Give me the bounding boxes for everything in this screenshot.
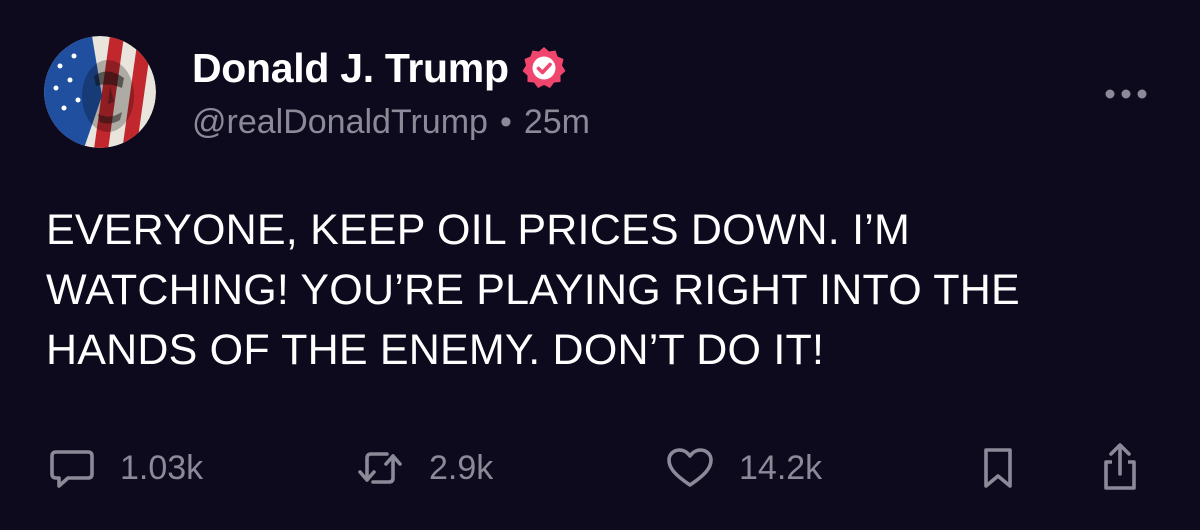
like-count: 14.2k [739, 448, 823, 487]
repost-icon [358, 452, 402, 484]
more-options-button[interactable] [1096, 76, 1156, 112]
share-button[interactable] [1098, 440, 1142, 496]
author-handle[interactable]: @realDonaldTrump [192, 103, 488, 142]
author-name-row: Donald J. Trump [192, 40, 567, 96]
post-action-bar: 1.03k 2.9k 14.2k [0, 440, 1200, 496]
avatar-image [44, 36, 156, 148]
share-icon [1104, 443, 1136, 490]
comment-icon [50, 450, 94, 488]
bookmark-icon [984, 448, 1012, 488]
author-display-name[interactable]: Donald J. Trump [192, 45, 509, 92]
avatar[interactable] [44, 36, 156, 148]
more-dots-icon [1105, 89, 1147, 99]
reply-count: 1.03k [120, 448, 204, 487]
like-button[interactable]: 14.2k [665, 440, 822, 496]
post-card: Donald J. Trump @realDonaldTrump • 25m E… [0, 0, 1200, 530]
post-timestamp[interactable]: 25m [524, 103, 590, 142]
post-body-text: EVERYONE, KEEP OIL PRICES DOWN. I’M WATC… [46, 206, 1020, 374]
verified-badge-icon [522, 47, 566, 88]
repost-count: 2.9k [429, 448, 494, 487]
meta-separator: • [499, 103, 512, 141]
author-meta-row: @realDonaldTrump • 25m [192, 103, 590, 142]
reply-button[interactable]: 1.03k [48, 440, 203, 496]
heart-icon [667, 448, 713, 487]
repost-button[interactable]: 2.9k [355, 440, 493, 496]
bookmark-button[interactable] [978, 440, 1018, 496]
